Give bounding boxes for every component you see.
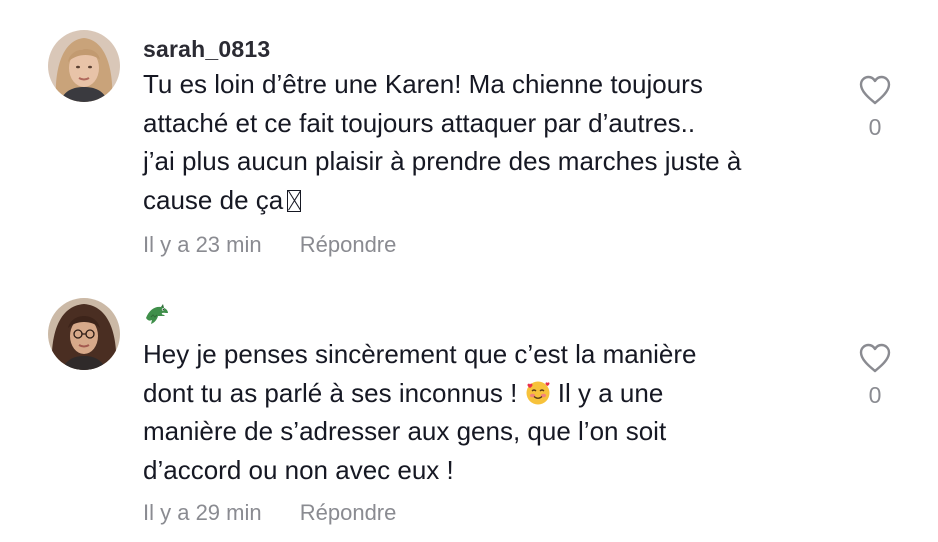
comment-meta: Il y a 29 min Répondre <box>143 500 396 526</box>
comment-item: Hey je penses sincèrement que c’est la m… <box>0 270 938 542</box>
comment-timestamp: Il y a 23 min <box>143 232 262 257</box>
like-count: 0 <box>868 114 882 140</box>
heart-outline-icon[interactable] <box>858 74 892 106</box>
comment-item: sarah_0813 Tu es loin d’être une Karen! … <box>0 0 938 270</box>
user-avatar-curly-hair-icon <box>48 298 120 370</box>
comment-text: Hey je penses sincèrement que c’est la m… <box>143 335 843 489</box>
heart-outline-icon[interactable] <box>858 342 892 374</box>
avatar[interactable] <box>48 298 120 370</box>
comment-line: Hey je penses sincèrement que c’est la m… <box>143 339 697 369</box>
username[interactable]: sarah_0813 <box>143 36 270 63</box>
comment-line: j’ai plus aucun plaisir à prendre des ma… <box>143 146 742 176</box>
comment-line: attaché et ce fait toujours attaquer par… <box>143 107 696 138</box>
comment-line: Il y a une <box>550 377 664 408</box>
comment-line: cause de ça <box>143 184 284 215</box>
crocodile-emoji-icon[interactable] <box>143 300 171 328</box>
like-button[interactable]: 0 <box>855 342 895 409</box>
comment-line: Tu es loin d’être une Karen! Ma chienne … <box>143 69 703 99</box>
comment-line: manière de s’adresser aux gens, que l’on… <box>143 416 667 446</box>
reply-button[interactable]: Répondre <box>300 232 397 257</box>
avatar[interactable] <box>48 30 120 102</box>
reply-button[interactable]: Répondre <box>300 500 397 525</box>
like-count: 0 <box>868 382 882 408</box>
smiling-face-with-hearts-emoji-icon <box>525 378 551 404</box>
like-button[interactable]: 0 <box>855 74 895 141</box>
comment-line: dont tu as parlé à ses inconnus ! <box>143 377 525 408</box>
missing-emoji-glyph-icon <box>287 189 302 212</box>
user-avatar-blonde-icon <box>48 30 120 102</box>
comment-line: d’accord ou non avec eux ! <box>143 454 454 485</box>
comment-text: Tu es loin d’être une Karen! Ma chienne … <box>143 65 843 219</box>
comment-timestamp: Il y a 29 min <box>143 500 262 525</box>
comment-meta: Il y a 23 min Répondre <box>143 232 396 258</box>
